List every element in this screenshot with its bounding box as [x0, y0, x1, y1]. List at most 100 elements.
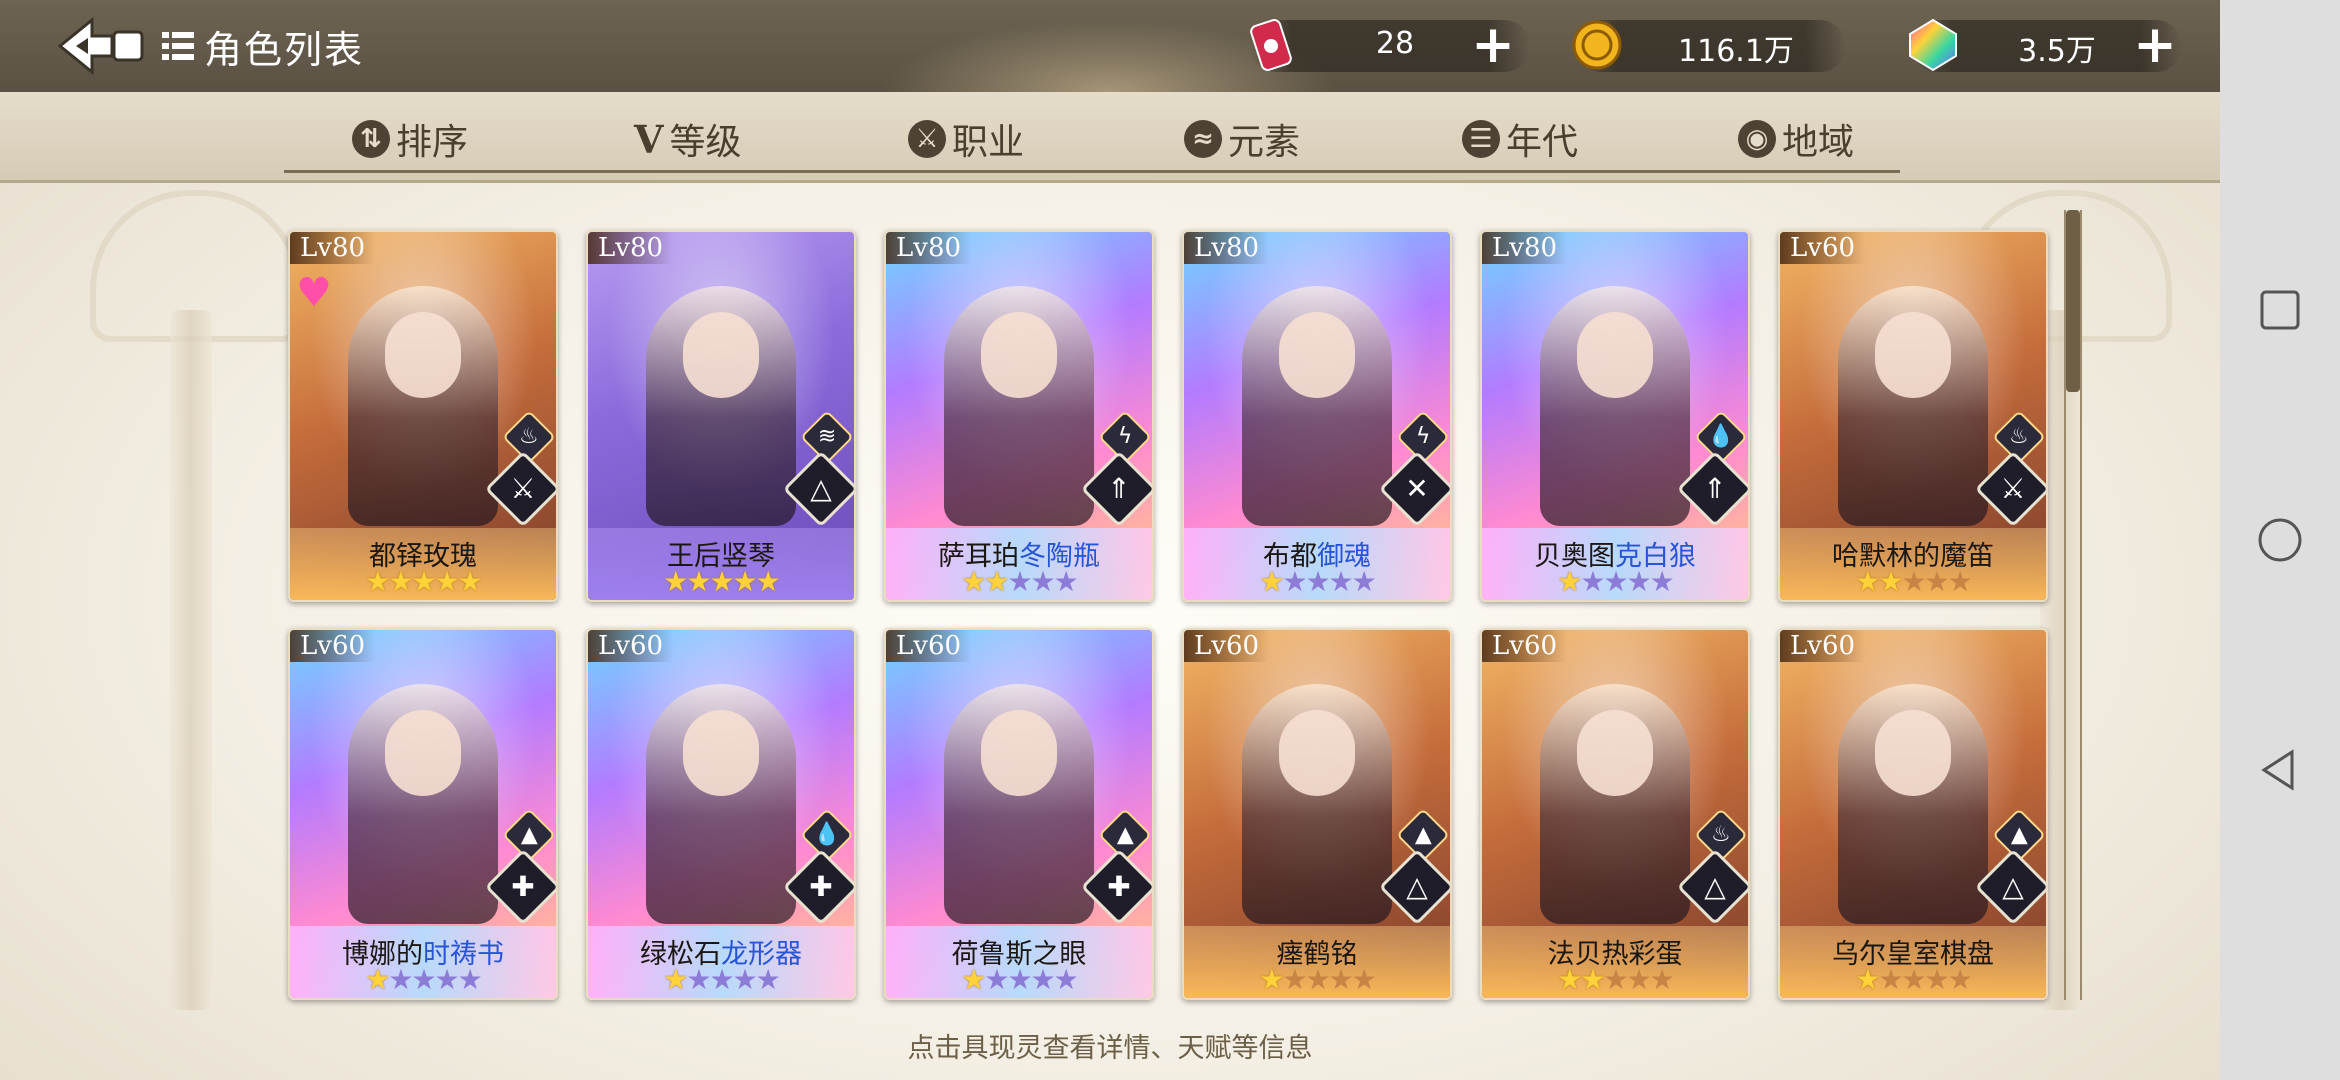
name-bar: 绿松石龙形器 ★★★★★	[588, 926, 854, 998]
star-rating: ★★★★★	[1780, 966, 2046, 994]
star-filled-icon: ★	[411, 565, 436, 598]
character-face	[981, 312, 1057, 398]
star-empty-icon: ★	[1328, 565, 1354, 598]
star-filled-icon: ★	[434, 565, 460, 598]
gem-add-button[interactable]: +	[2132, 19, 2178, 71]
star-empty-icon: ★	[1351, 565, 1377, 598]
name-bar: 法贝热彩蛋 ★★★★★	[1482, 926, 1748, 998]
star-empty-icon: ★	[1901, 963, 1926, 996]
star-filled-icon: ★	[1855, 963, 1880, 996]
character-card[interactable]: Lv80 ♥ ♨ ⚔ 都铎玫瑰 ★★★★★	[288, 230, 558, 602]
star-empty-icon: ★	[434, 963, 460, 996]
system-nav-bar	[2220, 0, 2340, 1080]
star-filled-icon: ★	[961, 565, 986, 598]
star-empty-icon: ★	[1351, 963, 1377, 996]
location-pin-icon: ◉	[1738, 120, 1776, 158]
star-filled-icon: ★	[984, 565, 1009, 598]
star-filled-icon: ★	[732, 565, 758, 598]
name-bar: 博娜的时祷书 ★★★★★	[290, 926, 556, 998]
top-bar: 角色列表 28 + 116.1万 3.5万 +	[0, 0, 2220, 92]
star-filled-icon: ★	[961, 963, 986, 996]
level-badge: Lv60	[290, 630, 376, 662]
star-empty-icon: ★	[686, 963, 711, 996]
star-filled-icon: ★	[1259, 565, 1284, 598]
tab-element[interactable]: ≈ 元素	[1184, 114, 1300, 164]
star-filled-icon: ★	[388, 565, 413, 598]
character-card[interactable]: Lv60 ▲ △ 乌尔皇室棋盘 ★★★★★	[1778, 628, 2048, 1000]
level-v-icon: V	[634, 116, 664, 162]
name-bar: 瘗鹤铭 ★★★★★	[1184, 926, 1450, 998]
star-filled-icon: ★	[1557, 565, 1582, 598]
star-empty-icon: ★	[1007, 565, 1032, 598]
star-empty-icon: ★	[1580, 565, 1605, 598]
character-card[interactable]: Lv80 ≋ △ 王后竖琴 ★★★★★	[586, 230, 856, 602]
star-rating: ★★★★★	[290, 568, 556, 596]
star-filled-icon: ★	[709, 565, 734, 598]
star-empty-icon: ★	[1007, 963, 1032, 996]
tab-era[interactable]: ☰ 年代	[1462, 114, 1578, 164]
name-bar: 都铎玫瑰 ★★★★★	[290, 528, 556, 600]
star-rating: ★★★★★	[1780, 568, 2046, 596]
star-empty-icon: ★	[457, 963, 483, 996]
star-empty-icon: ★	[1030, 963, 1056, 996]
character-card[interactable]: Lv60 ▲ △ 瘗鹤铭 ★★★★★	[1182, 628, 1452, 1000]
star-empty-icon: ★	[984, 963, 1009, 996]
star-empty-icon: ★	[1030, 565, 1056, 598]
character-card[interactable]: Lv60 ▲ ✚ 荷鲁斯之眼 ★★★★★	[884, 628, 1154, 1000]
character-face	[683, 710, 759, 796]
star-filled-icon: ★	[1259, 963, 1284, 996]
tab-label: 职业	[952, 122, 1025, 163]
gold-coin-icon	[1572, 20, 1622, 70]
character-card[interactable]: Lv80 ϟ ✕ 布都御魂 ★★★★★	[1182, 230, 1452, 602]
character-card[interactable]: Lv60 ♨ ⚔ 哈默林的魔笛 ★★★★★	[1778, 230, 2048, 602]
tab-level[interactable]: V 等级	[634, 114, 742, 164]
level-badge: Lv80	[588, 232, 674, 264]
recent-apps-button[interactable]	[2250, 280, 2310, 340]
tab-region[interactable]: ◉ 地域	[1738, 114, 1854, 164]
name-bar: 乌尔皇室棋盘 ★★★★★	[1780, 926, 2046, 998]
element-icon: ≈	[1184, 120, 1222, 158]
star-filled-icon: ★	[663, 565, 688, 598]
back-nav-button[interactable]	[2250, 740, 2310, 800]
tab-label: 元素	[1228, 122, 1301, 163]
star-rating: ★★★★★	[886, 966, 1152, 994]
character-face	[1577, 710, 1653, 796]
star-empty-icon: ★	[1924, 963, 1950, 996]
tab-class[interactable]: ⚔ 职业	[908, 114, 1024, 164]
character-face	[981, 710, 1057, 796]
name-bar: 王后竖琴 ★★★★★	[588, 528, 854, 600]
character-face	[1577, 312, 1653, 398]
star-empty-icon: ★	[411, 963, 436, 996]
rainbow-gem-icon	[1909, 18, 1957, 72]
gold-counter: 116.1万	[1572, 20, 1846, 72]
character-card[interactable]: Lv80 ϟ ⇑ 萨耳珀冬陶瓶 ★★★★★	[884, 230, 1154, 602]
stamina-add-button[interactable]: +	[1470, 19, 1516, 71]
tab-label: 地域	[1782, 122, 1855, 163]
scrollbar-thumb[interactable]	[2066, 210, 2080, 392]
star-empty-icon: ★	[1282, 963, 1307, 996]
star-empty-icon: ★	[1053, 963, 1079, 996]
scrollbar[interactable]	[2064, 210, 2082, 1000]
star-rating: ★★★★★	[588, 966, 854, 994]
name-bar: 哈默林的魔笛 ★★★★★	[1780, 528, 2046, 600]
filter-tab-bar: ⇅ 排序 V 等级 ⚔ 职业 ≈ 元素 ☰ 年代 ◉ 地域	[0, 92, 2220, 183]
level-badge: Lv60	[886, 630, 972, 662]
level-badge: Lv60	[1184, 630, 1270, 662]
star-empty-icon: ★	[1878, 963, 1903, 996]
character-card[interactable]: Lv80 💧 ⇑ 贝奥图克白狼 ★★★★★	[1480, 230, 1750, 602]
tab-sort[interactable]: ⇅ 排序	[352, 114, 468, 164]
star-empty-icon: ★	[1649, 963, 1675, 996]
star-empty-icon: ★	[1053, 565, 1079, 598]
character-card[interactable]: Lv60 ▲ ✚ 博娜的时祷书 ★★★★★	[288, 628, 558, 1000]
back-button[interactable]	[52, 14, 148, 78]
star-empty-icon: ★	[1603, 565, 1628, 598]
character-card[interactable]: Lv60 💧 ✚ 绿松石龙形器 ★★★★★	[586, 628, 856, 1000]
tab-label: 年代	[1506, 122, 1579, 163]
star-empty-icon: ★	[1305, 963, 1330, 996]
character-card[interactable]: Lv60 ♨ △ 法贝热彩蛋 ★★★★★	[1480, 628, 1750, 1000]
home-button[interactable]	[2250, 510, 2310, 570]
star-rating: ★★★★★	[290, 966, 556, 994]
star-filled-icon: ★	[1557, 963, 1582, 996]
star-empty-icon: ★	[755, 963, 781, 996]
level-badge: Lv60	[1482, 630, 1568, 662]
